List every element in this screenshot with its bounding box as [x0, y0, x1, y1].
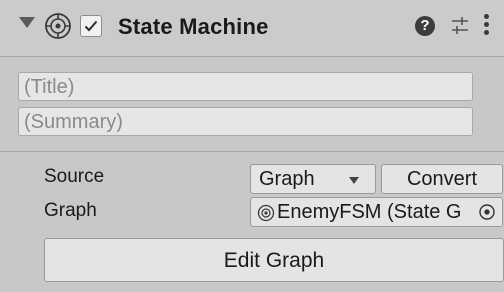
convert-button[interactable]: Convert	[381, 164, 503, 194]
graph-object-field[interactable]: EnemyFSM (State G	[250, 197, 503, 227]
state-machine-icon	[45, 13, 71, 39]
graph-object-value: EnemyFSM (State G	[277, 201, 462, 223]
checkbox-check-icon	[84, 20, 98, 32]
help-icon[interactable]: ?	[415, 16, 435, 36]
title-input[interactable]: (Title)	[18, 72, 473, 101]
state-machine-inspector: State Machine ? (Title) (Summary) Source…	[0, 0, 504, 292]
object-picker-icon	[479, 204, 495, 220]
section-divider	[0, 151, 504, 152]
graph-label: Graph	[44, 200, 97, 221]
source-label: Source	[44, 166, 105, 187]
source-dropdown[interactable]: Graph	[250, 164, 376, 194]
chevron-down-icon	[349, 177, 359, 184]
enabled-checkbox[interactable]	[80, 15, 102, 37]
edit-graph-button[interactable]: Edit Graph	[44, 238, 504, 282]
summary-input[interactable]: (Summary)	[18, 107, 473, 136]
source-dropdown-value: Graph	[259, 168, 315, 190]
component-header[interactable]: State Machine ?	[0, 0, 504, 57]
foldout-arrow-icon[interactable]	[19, 17, 35, 28]
state-graph-icon	[257, 204, 275, 222]
preset-icon[interactable]	[450, 15, 470, 37]
component-title: State Machine	[118, 14, 269, 39]
object-picker-button[interactable]	[472, 198, 502, 226]
context-menu-icon[interactable]	[484, 14, 490, 38]
